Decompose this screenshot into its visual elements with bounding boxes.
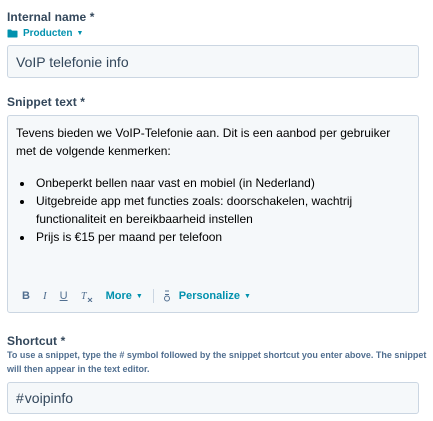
bold-button[interactable]: B — [22, 290, 30, 302]
hash-prefix: # — [16, 390, 24, 406]
list-item: Onbeperkt bellen naar vast en mobiel (in… — [34, 174, 410, 192]
underline-button[interactable]: U — [60, 290, 68, 302]
snippet-text-label: Snippet text * — [7, 95, 86, 109]
more-label: More — [105, 290, 132, 302]
personalize-dropdown[interactable]: Personalize ▼ — [163, 290, 251, 302]
chevron-down-icon: ▼ — [135, 292, 143, 300]
internal-name-label: Internal name * — [7, 10, 95, 24]
shortcut-label: Shortcut * — [7, 334, 66, 348]
folder-icon — [7, 29, 18, 38]
snippet-bullet-list: Onbeperkt bellen naar vast en mobiel (in… — [16, 174, 410, 246]
svg-text:T: T — [81, 291, 88, 302]
shortcut-value: voipinfo — [24, 390, 74, 406]
list-item: Prijs is €15 per maand per telefoon — [34, 228, 410, 246]
snippet-text-editor[interactable]: Tevens bieden we VoIP-Telefonie aan. Dit… — [7, 115, 419, 313]
chevron-down-icon: ▼ — [243, 292, 251, 300]
italic-button[interactable]: I — [43, 290, 47, 302]
editor-toolbar: B I U T More ▼ Personalize ▼ — [22, 289, 251, 303]
internal-name-input[interactable]: VoIP telefonie info — [7, 45, 419, 78]
clear-format-icon[interactable]: T — [81, 290, 93, 302]
snippet-intro: Tevens bieden we VoIP-Telefonie aan. Dit… — [16, 126, 391, 158]
toolbar-divider — [152, 289, 154, 303]
personalize-label: Personalize — [178, 290, 240, 302]
shortcut-input[interactable]: # voipinfo — [7, 382, 419, 414]
internal-name-value: VoIP telefonie info — [16, 53, 129, 70]
shortcut-help-text: To use a snippet, type the # symbol foll… — [7, 350, 427, 374]
more-dropdown[interactable]: More ▼ — [106, 290, 143, 302]
editor-content[interactable]: Tevens bieden we VoIP-Telefonie aan. Dit… — [16, 124, 410, 246]
list-item: Uitgebreide app met functies zoals: door… — [34, 192, 410, 228]
folder-dropdown[interactable]: Producten ▼ — [7, 28, 83, 39]
chevron-down-icon: ▼ — [76, 30, 84, 37]
folder-label: Producten — [23, 28, 73, 39]
personalize-icon — [163, 290, 171, 302]
